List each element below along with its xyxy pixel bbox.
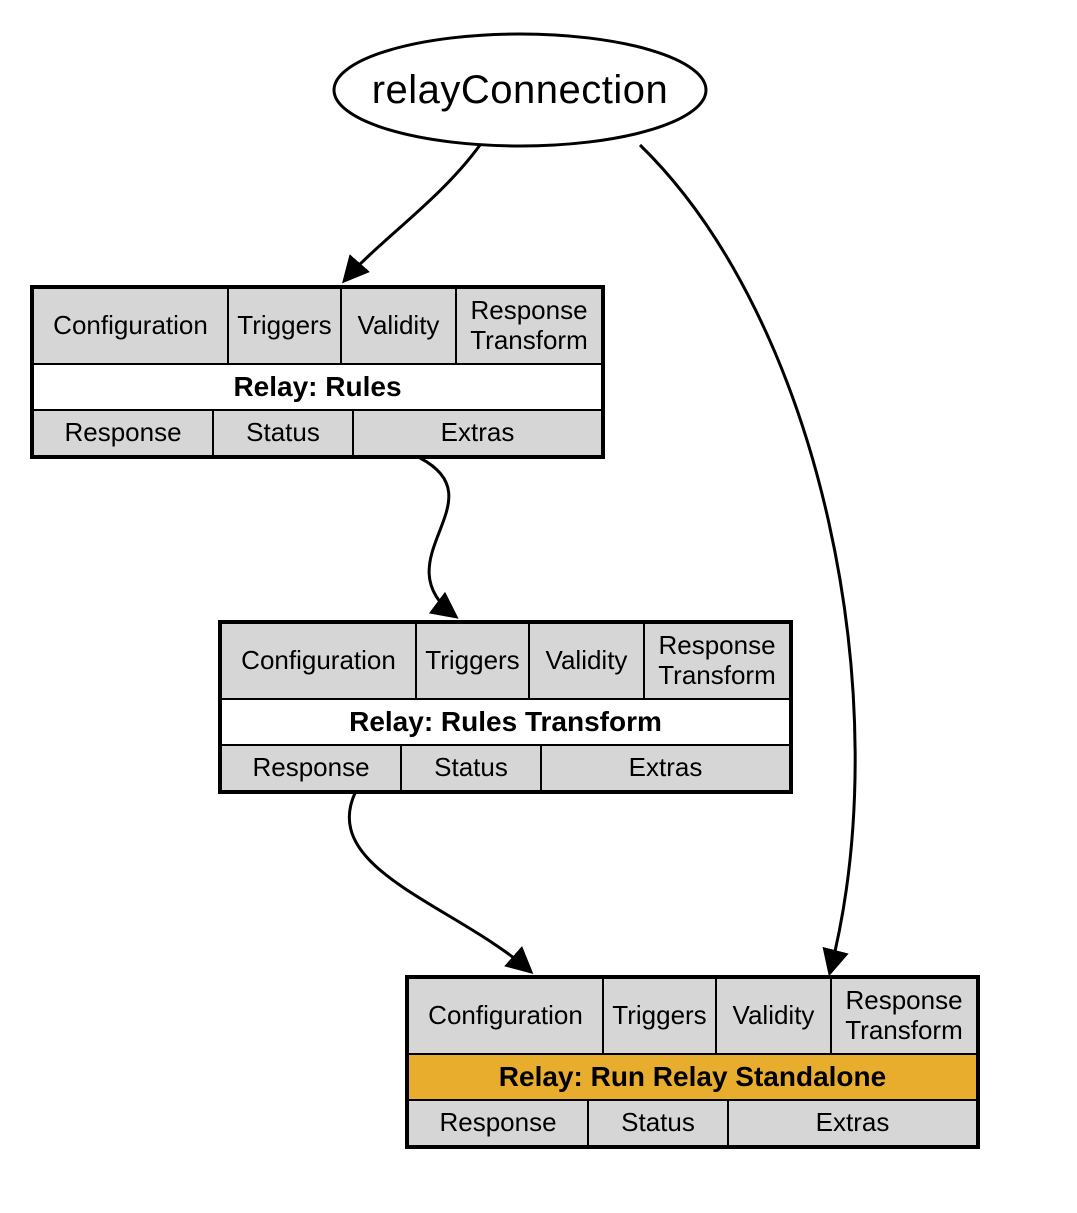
cell-configuration: Configuration (408, 978, 603, 1054)
cell-response: Response (408, 1100, 588, 1146)
cell-validity: Validity (529, 623, 644, 699)
edge-root-to-block1 (345, 145, 480, 280)
root-node: relayConnection (330, 30, 710, 150)
block2-bottom-row: Response Status Extras (221, 745, 790, 791)
cell-triggers: Triggers (228, 288, 341, 364)
cell-triggers: Triggers (603, 978, 716, 1054)
block2-top-row: Configuration Triggers Validity Response… (221, 623, 790, 699)
cell-validity: Validity (341, 288, 456, 364)
block1-top-row: Configuration Triggers Validity Response… (33, 288, 602, 364)
block1-bottom-row: Response Status Extras (33, 410, 602, 456)
cell-triggers: Triggers (416, 623, 529, 699)
root-label: relayConnection (372, 68, 669, 113)
relay-block-rules-transform: Configuration Triggers Validity Response… (218, 620, 793, 794)
diagram-canvas: relayConnection Configuration Triggers V… (0, 0, 1077, 1213)
block2-title: Relay: Rules Transform (221, 699, 790, 745)
cell-status: Status (213, 410, 353, 456)
relay-block-rules: Configuration Triggers Validity Response… (30, 285, 605, 459)
block3-bottom-row: Response Status Extras (408, 1100, 977, 1146)
cell-extras: Extras (728, 1100, 977, 1146)
cell-extras: Extras (353, 410, 602, 456)
cell-configuration: Configuration (221, 623, 416, 699)
cell-response-transform: Response Transform (644, 623, 790, 699)
cell-status: Status (588, 1100, 728, 1146)
block3-title: Relay: Run Relay Standalone (408, 1054, 977, 1100)
cell-response-transform: Response Transform (456, 288, 602, 364)
cell-validity: Validity (716, 978, 831, 1054)
edge-root-to-block3 (640, 145, 855, 972)
cell-response-transform: Response Transform (831, 978, 977, 1054)
edge-block2-to-block3 (349, 793, 530, 971)
edge-block1-to-block2 (420, 458, 455, 616)
cell-response: Response (33, 410, 213, 456)
relay-block-run-standalone: Configuration Triggers Validity Response… (405, 975, 980, 1149)
cell-extras: Extras (541, 745, 790, 791)
cell-status: Status (401, 745, 541, 791)
block1-title: Relay: Rules (33, 364, 602, 410)
cell-response: Response (221, 745, 401, 791)
block3-top-row: Configuration Triggers Validity Response… (408, 978, 977, 1054)
cell-configuration: Configuration (33, 288, 228, 364)
